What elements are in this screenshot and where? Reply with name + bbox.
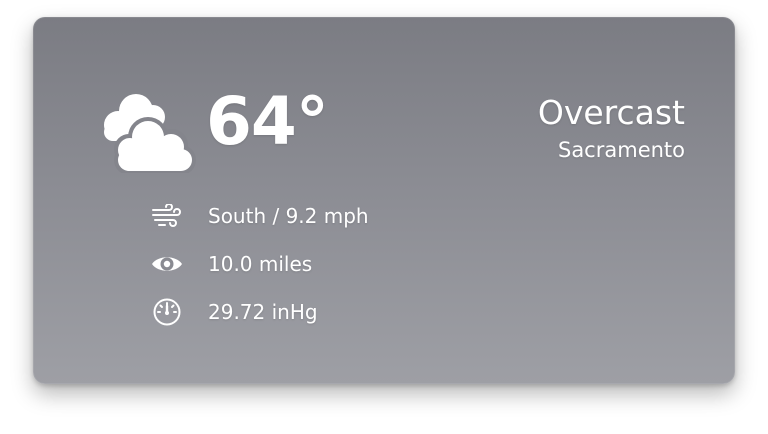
visibility-row: 10.0 miles <box>150 249 312 279</box>
eye-icon <box>150 249 184 279</box>
pressure-text: 29.72 inHg <box>208 300 318 324</box>
visibility-text: 10.0 miles <box>208 252 313 276</box>
gauge-icon <box>150 297 184 327</box>
wind-row: South / 9.2 mph <box>150 201 369 231</box>
condition-label: Overcast <box>537 93 685 132</box>
weather-card[interactable]: 64° Overcast Sacramento South / 9.2 mph … <box>33 17 735 384</box>
city-label: Sacramento <box>557 138 685 162</box>
pressure-row: 29.72 inHg <box>150 297 318 327</box>
wind-text: South / 9.2 mph <box>208 204 369 228</box>
wind-icon <box>150 201 184 231</box>
cloudy-icon <box>104 94 196 173</box>
temperature: 64° <box>206 83 329 160</box>
